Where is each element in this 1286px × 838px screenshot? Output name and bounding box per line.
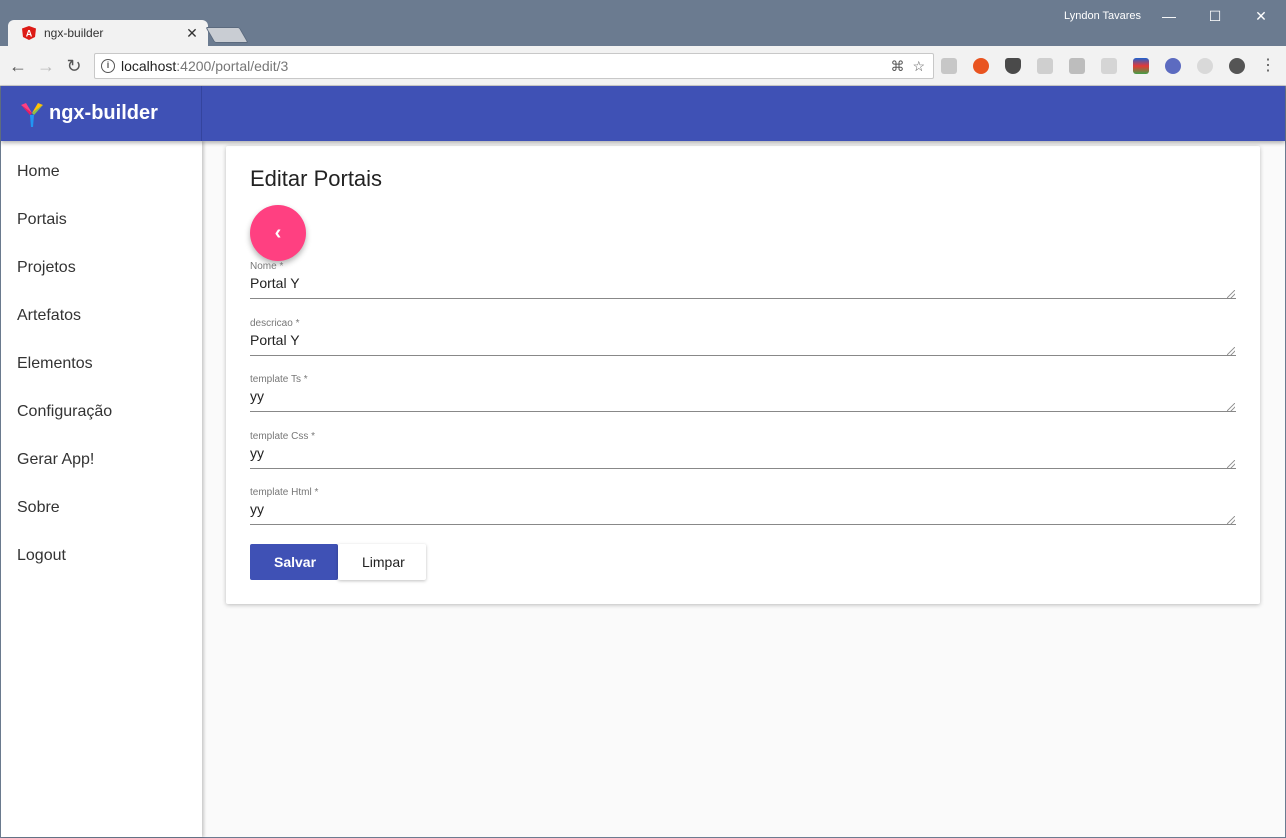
back-button[interactable]: ‹ xyxy=(250,205,306,261)
app-root: ngx-builder Home Portais Projetos Artefa… xyxy=(1,86,1285,837)
app-toolbar: ngx-builder xyxy=(1,86,1285,141)
sidebar-item-configuracao[interactable]: Configuração xyxy=(1,388,202,436)
star-icon[interactable]: ☆ xyxy=(912,58,925,75)
field-label: descricao * xyxy=(250,318,300,329)
svg-text:A: A xyxy=(26,29,33,39)
ubuntu-icon[interactable] xyxy=(973,58,989,74)
pdf-icon[interactable] xyxy=(941,58,957,74)
edit-portal-card: Editar Portais ‹ Nome * descricao * temp… xyxy=(226,146,1260,604)
field-underline xyxy=(250,298,1236,299)
template-css-field[interactable]: template Css * xyxy=(250,431,1236,471)
page-title: Editar Portais xyxy=(250,166,383,191)
nome-field[interactable]: Nome * xyxy=(250,261,1236,301)
address-bar[interactable]: i localhost:4200/portal/edit/3 ⌘ ☆ xyxy=(94,53,934,79)
profile-name[interactable]: Lyndon Tavares xyxy=(1064,10,1141,22)
close-window-icon[interactable]: ✕ xyxy=(1246,6,1276,26)
sidebar-nav: Home Portais Projetos Artefatos Elemento… xyxy=(1,141,202,580)
nome-input[interactable] xyxy=(250,275,1236,291)
field-underline xyxy=(250,355,1236,356)
minimize-icon[interactable]: — xyxy=(1154,6,1184,26)
form-actions: Salvar Limpar xyxy=(250,544,426,580)
tab-title: ngx-builder xyxy=(44,26,104,40)
reload-icon[interactable]: ↻ xyxy=(64,56,84,76)
menu-icon[interactable]: ⋮ xyxy=(1258,56,1278,76)
sidebar-item-projetos[interactable]: Projetos xyxy=(1,244,202,292)
sidebar-item-home[interactable]: Home xyxy=(1,148,202,196)
angular-icon: A xyxy=(22,26,36,40)
resize-handle-icon[interactable] xyxy=(1227,347,1235,355)
browser-titlebar: A ngx-builder ✕ Lyndon Tavares — ☐ ✕ xyxy=(0,0,1286,46)
browser-tab[interactable]: A ngx-builder ✕ xyxy=(8,20,208,46)
sidebar: Home Portais Projetos Artefatos Elemento… xyxy=(1,141,202,837)
evernote-icon[interactable] xyxy=(1229,58,1245,74)
sidebar-item-sobre[interactable]: Sobre xyxy=(1,484,202,532)
field-underline xyxy=(250,468,1236,469)
tool-icon[interactable] xyxy=(1133,58,1149,74)
tab-close-icon[interactable]: ✕ xyxy=(184,25,200,42)
r-icon[interactable] xyxy=(1165,58,1181,74)
sidebar-item-artefatos[interactable]: Artefatos xyxy=(1,292,202,340)
translate-icon[interactable]: ⌘ xyxy=(890,58,904,75)
puzzle-icon[interactable] xyxy=(1037,58,1053,74)
pocket-icon[interactable] xyxy=(1005,58,1021,74)
screenshot-icon[interactable] xyxy=(1069,58,1085,74)
resize-handle-icon[interactable] xyxy=(1227,460,1235,468)
forward-icon[interactable]: → xyxy=(36,56,56,76)
field-label: Nome * xyxy=(250,261,284,272)
template-ts-field[interactable]: template Ts * xyxy=(250,374,1236,414)
template-css-input[interactable] xyxy=(250,445,1236,461)
template-html-input[interactable] xyxy=(250,501,1236,517)
template-ts-input[interactable] xyxy=(250,388,1236,404)
maximize-icon[interactable]: ☐ xyxy=(1200,6,1230,26)
info-icon[interactable]: i xyxy=(101,59,115,73)
sync-icon[interactable] xyxy=(1197,58,1213,74)
save-button[interactable]: Salvar xyxy=(250,544,338,580)
sidebar-item-gerar-app[interactable]: Gerar App! xyxy=(1,436,202,484)
back-icon[interactable]: ← xyxy=(8,56,28,76)
resize-handle-icon[interactable] xyxy=(1227,290,1235,298)
sidebar-item-logout[interactable]: Logout xyxy=(1,532,202,580)
url-text[interactable]: localhost:4200/portal/edit/3 xyxy=(121,58,890,74)
brand-name: ngx-builder xyxy=(49,102,158,124)
sidebar-item-elementos[interactable]: Elementos xyxy=(1,340,202,388)
brand[interactable]: ngx-builder xyxy=(1,86,202,141)
field-label: template Css * xyxy=(250,431,316,442)
doc-icon[interactable] xyxy=(1101,58,1117,74)
field-underline xyxy=(250,411,1236,412)
field-label: template Ts * xyxy=(250,374,308,385)
descricao-field[interactable]: descricao * xyxy=(250,318,1236,358)
field-underline xyxy=(250,524,1236,525)
descricao-input[interactable] xyxy=(250,332,1236,348)
clear-button[interactable]: Limpar xyxy=(338,544,426,580)
template-html-field[interactable]: template Html * xyxy=(250,487,1236,527)
field-label: template Html * xyxy=(250,487,319,498)
resize-handle-icon[interactable] xyxy=(1227,403,1235,411)
sidebar-item-portais[interactable]: Portais xyxy=(1,196,202,244)
resize-handle-icon[interactable] xyxy=(1227,516,1235,524)
browser-toolbar: ← → ↻ i localhost:4200/portal/edit/3 ⌘ ☆… xyxy=(0,46,1286,86)
chevron-left-icon: ‹ xyxy=(274,222,282,244)
ngx-logo-icon xyxy=(21,102,43,127)
new-tab-button[interactable] xyxy=(205,27,249,43)
